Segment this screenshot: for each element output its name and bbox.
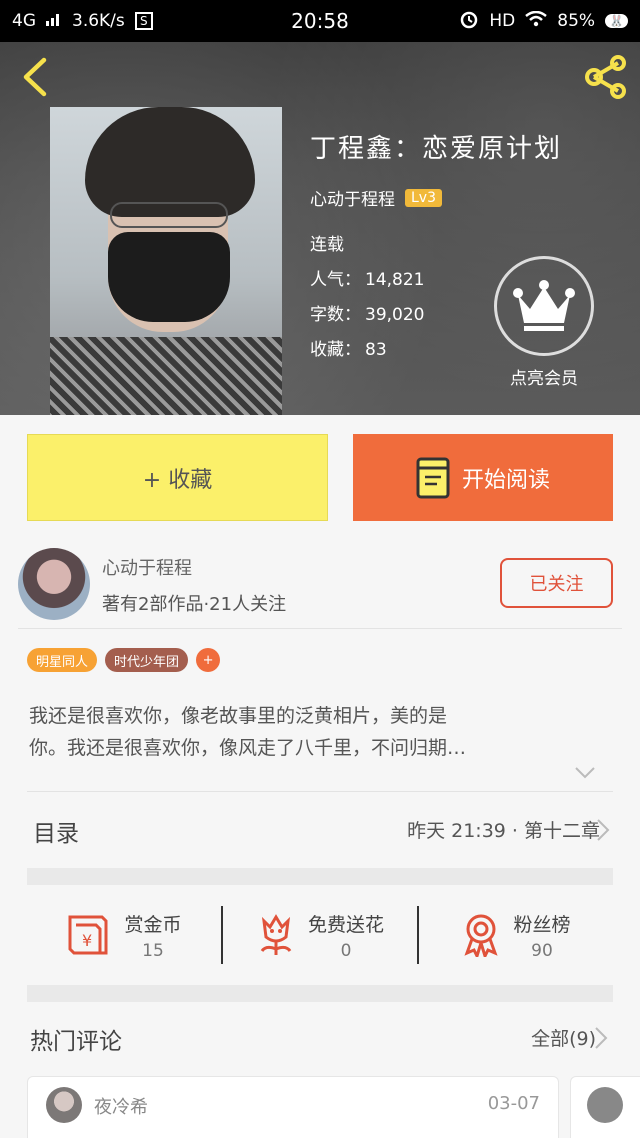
level-badge: Lv3 — [405, 188, 442, 207]
comment-card[interactable]: 夜冷希 03-07 — [27, 1076, 559, 1138]
add-tag-button[interactable]: + — [196, 648, 221, 672]
all-comments-link[interactable]: 全部(9) — [531, 1024, 596, 1051]
share-button[interactable] — [582, 54, 630, 100]
rabbit-battery-icon: 🐰 — [605, 14, 628, 28]
synopsis[interactable]: 我还是很喜欢你，像老故事里的泛黄相片，美的是 你。我还是很喜欢你，像风走了八千里… — [29, 700, 589, 764]
chevron-right-icon — [597, 819, 610, 841]
chevron-down-icon — [575, 767, 595, 779]
commenter-avatar[interactable] — [587, 1087, 623, 1123]
send-flower-value: 0 — [340, 940, 352, 961]
book-author[interactable]: 心动于程程 — [310, 185, 395, 210]
hd-indicator: HD — [489, 11, 516, 31]
expand-synopsis-button[interactable] — [574, 765, 596, 784]
network-speed: 3.6K/s — [72, 11, 125, 31]
divider — [18, 628, 622, 629]
book-header: 丁程鑫：恋爱原计划 心动于程程 Lv3 连载 人气： 14,821 字数： 39… — [0, 0, 640, 415]
status-bar: 4G 3.6K/s S 20:58 HD 85% 🐰 — [0, 0, 640, 42]
svg-text:¥: ¥ — [82, 931, 92, 950]
chevron-right-icon[interactable] — [594, 1026, 608, 1050]
signal-icon — [46, 11, 62, 31]
author-stats: 著有2部作品·21人关注 — [102, 594, 287, 615]
send-flower-button[interactable]: 免费送花 0 — [223, 885, 417, 985]
commenter-name: 夜冷希 — [94, 1097, 148, 1118]
author-avatar[interactable] — [18, 548, 90, 620]
wifi-icon — [525, 10, 548, 32]
crown-icon — [494, 256, 594, 356]
table-of-contents-row[interactable]: 目录 昨天 21:39 · 第十二章 — [0, 792, 640, 868]
tag-tnt[interactable]: 时代少年团 — [105, 648, 189, 672]
section-spacer — [27, 985, 613, 1002]
book-cover-image — [50, 107, 282, 415]
chevron-left-icon — [23, 57, 47, 97]
vip-button[interactable]: 点亮会员 — [494, 256, 594, 389]
tag-celebrity-fanfic[interactable]: 明星同人 — [27, 648, 98, 672]
collect-button[interactable]: + 收藏 — [27, 434, 328, 521]
fan-ranking-label: 粉丝榜 — [513, 913, 571, 936]
reward-coins-label: 赏金币 — [124, 913, 182, 936]
share-icon — [585, 55, 626, 99]
flower-icon — [260, 914, 292, 955]
red-envelope-icon: ¥ — [68, 915, 108, 955]
back-button[interactable] — [16, 54, 52, 100]
send-flower-label: 免费送花 — [307, 913, 384, 936]
start-reading-label: 开始阅读 — [461, 467, 550, 493]
latest-chapter: 昨天 21:39 · 第十二章 — [407, 820, 600, 842]
book-title: 丁程鑫：恋爱原计划 — [310, 134, 563, 164]
battery-level: 85% — [557, 11, 596, 31]
synopsis-line: 我还是很喜欢你，像老故事里的泛黄相片，美的是 — [29, 705, 448, 727]
synopsis-line: 你。我还是很喜欢你，像风走了八千里，不问归期… — [29, 737, 467, 759]
comment-card[interactable] — [570, 1076, 640, 1138]
comment-date: 03-07 — [487, 1093, 540, 1114]
reward-coins-value: 15 — [142, 940, 164, 961]
fan-ranking-value: 90 — [531, 940, 553, 961]
hot-comments-title: 热门评论 — [30, 1029, 122, 1055]
alarm-icon — [459, 9, 479, 34]
vip-label: 点亮会员 — [510, 369, 578, 389]
section-spacer — [27, 868, 613, 885]
author-name[interactable]: 心动于程程 — [102, 554, 192, 580]
fan-ranking-button[interactable]: 粉丝榜 90 — [419, 885, 613, 985]
commenter-avatar[interactable] — [46, 1087, 82, 1123]
ribbon-medal-icon — [464, 914, 499, 957]
author-card: 心动于程程 著有2部作品·21人关注 已关注 — [0, 546, 640, 626]
reward-coins-button[interactable]: ¥ 赏金币 15 — [27, 885, 221, 985]
network-type: 4G — [12, 11, 36, 31]
stats-bar: ¥ 赏金币 15 免费送花 0 粉丝榜 90 — [27, 885, 613, 985]
follow-button[interactable]: 已关注 — [500, 558, 613, 608]
toc-title: 目录 — [33, 821, 79, 847]
start-reading-button[interactable]: 开始阅读 — [353, 434, 613, 521]
book-icon — [416, 457, 450, 498]
tag-list: 明星同人 时代少年团 + — [27, 648, 221, 672]
sim-badge-icon: S — [134, 12, 153, 30]
